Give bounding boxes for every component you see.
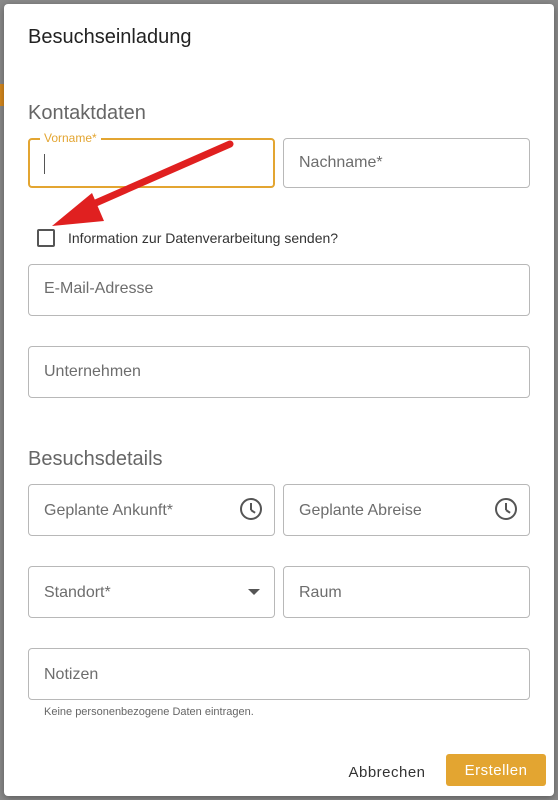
arrow-shaft [78, 140, 234, 213]
annotation-arrow-icon [52, 140, 234, 226]
arrow-head [52, 193, 104, 226]
